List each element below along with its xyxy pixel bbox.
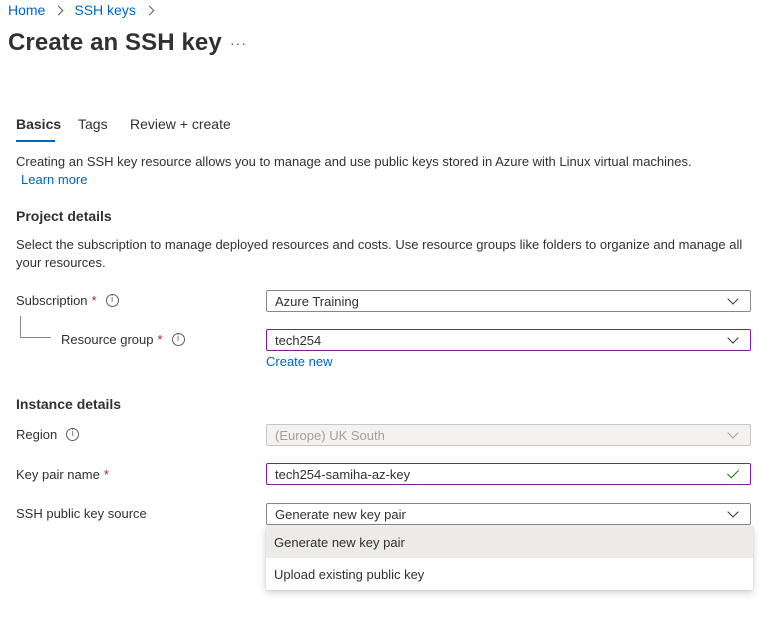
info-icon[interactable]: i — [66, 428, 80, 441]
ssh-source-value: Generate new key pair — [275, 506, 406, 522]
more-options-button[interactable]: ··· — [230, 35, 247, 51]
key-pair-name-value: tech254-samiha-az-key — [275, 466, 411, 482]
dropdown-option-generate[interactable]: Generate new key pair — [266, 526, 753, 558]
subscription-select[interactable]: Azure Training — [266, 290, 751, 312]
tree-connector-vertical — [20, 316, 21, 337]
required-asterisk: * — [103, 467, 109, 482]
active-tab-indicator — [16, 140, 55, 142]
region-select: (Europe) UK South — [266, 424, 751, 446]
chevron-right-icon — [53, 5, 64, 15]
tab-tags[interactable]: Tags — [78, 116, 108, 132]
intro-description: Creating an SSH key resource allows you … — [16, 153, 736, 189]
chevron-down-icon — [727, 427, 739, 439]
tree-connector-horizontal — [20, 337, 51, 338]
chevron-down-icon — [727, 293, 739, 305]
create-new-link[interactable]: Create new — [266, 354, 332, 369]
ssh-source-select[interactable]: Generate new key pair — [266, 503, 751, 525]
instance-details-heading: Instance details — [16, 396, 122, 412]
project-details-heading: Project details — [16, 208, 112, 224]
key-pair-name-label: Key pair name * — [16, 467, 109, 482]
required-asterisk: * — [157, 332, 163, 347]
tab-basics[interactable]: Basics — [16, 116, 61, 132]
ssh-source-dropdown-menu: Generate new key pair Upload existing pu… — [266, 526, 753, 590]
info-icon[interactable]: i — [171, 333, 185, 346]
region-value: (Europe) UK South — [275, 427, 385, 443]
breadcrumb-home-link[interactable]: Home — [8, 2, 45, 18]
region-label: Region i — [16, 427, 80, 442]
subscription-label: Subscription * i — [16, 293, 119, 308]
breadcrumb-ssh-keys-link[interactable]: SSH keys — [74, 2, 135, 18]
key-pair-name-input[interactable]: tech254-samiha-az-key — [266, 463, 751, 485]
key-pair-name-label-text: Key pair name — [16, 467, 100, 482]
info-icon[interactable]: i — [105, 294, 119, 307]
region-label-text: Region — [16, 427, 58, 442]
breadcrumb: Home SSH keys — [8, 2, 159, 18]
resource-group-select[interactable]: tech254 — [266, 329, 751, 351]
resource-group-value: tech254 — [275, 332, 322, 348]
intro-text: Creating an SSH key resource allows you … — [16, 154, 692, 169]
chevron-right-icon — [144, 5, 155, 15]
required-asterisk: * — [91, 293, 97, 308]
learn-more-link[interactable]: Learn more — [21, 172, 87, 187]
resource-group-label: Resource group * i — [61, 332, 185, 347]
page-title: Create an SSH key — [8, 29, 222, 56]
dropdown-option-upload[interactable]: Upload existing public key — [266, 558, 753, 590]
chevron-down-icon — [727, 506, 739, 518]
project-details-description: Select the subscription to manage deploy… — [16, 237, 743, 270]
chevron-down-icon — [727, 332, 739, 344]
subscription-label-text: Subscription — [16, 293, 88, 308]
resource-group-label-text: Resource group — [61, 332, 154, 347]
subscription-value: Azure Training — [275, 293, 359, 309]
ssh-source-label: SSH public key source — [16, 506, 147, 521]
tab-review-create[interactable]: Review + create — [130, 116, 231, 132]
